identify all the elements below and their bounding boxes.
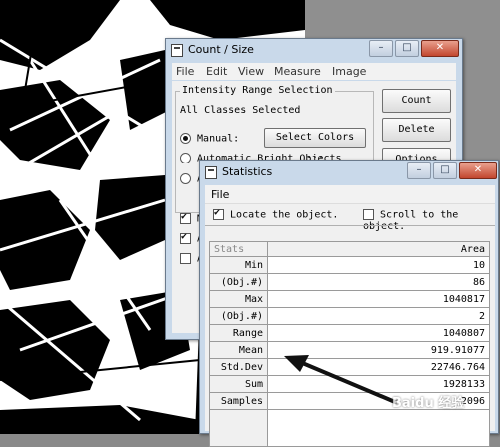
- row-label: Sum: [209, 375, 268, 393]
- row-label: (Obj.#): [209, 307, 268, 325]
- count-button[interactable]: Count: [382, 89, 451, 113]
- menu-measure[interactable]: Measure: [274, 65, 321, 78]
- table-row[interactable]: (Obj.#) 2: [209, 307, 490, 325]
- statistics-title: Statistics: [222, 165, 273, 178]
- checkbox-icon: [363, 209, 374, 220]
- watermark-logo: Baidu 经验: [392, 396, 465, 411]
- column-header-area: Area: [267, 241, 490, 257]
- row-label-empty: [209, 409, 268, 447]
- classes-selected-text: All Classes Selected: [180, 105, 301, 116]
- row-label: Max: [209, 290, 268, 308]
- row-value: 1040817: [267, 290, 490, 308]
- row-label: Min: [209, 256, 268, 274]
- table-empty-row: [209, 409, 490, 447]
- intensity-range-group-title: Intensity Range Selection: [180, 85, 335, 96]
- checkbox-icon: [180, 231, 191, 244]
- scroll-checkbox[interactable]: Scroll to the object.: [363, 209, 495, 232]
- column-header-stats: Stats: [209, 241, 268, 257]
- count-size-title: Count / Size: [188, 43, 254, 56]
- select-colors-button[interactable]: Select Colors ...: [264, 128, 366, 161]
- radio-icon: [180, 153, 191, 163]
- menu-file[interactable]: File: [176, 65, 194, 78]
- table-header-row: Stats Area: [209, 241, 490, 257]
- maximize-icon[interactable]: □: [395, 40, 419, 57]
- row-label: Samples: [209, 392, 268, 410]
- manual-radio[interactable]: Manual:: [180, 133, 239, 145]
- table-row[interactable]: Std.Dev 22746.764: [209, 358, 490, 376]
- close-icon[interactable]: ✕: [459, 162, 497, 179]
- checkbox-icon: [213, 207, 224, 220]
- count-size-menubar: File Edit View Measure Image: [172, 63, 456, 80]
- table-row[interactable]: (Obj.#) 86: [209, 273, 490, 291]
- statistics-titlebar[interactable]: Statistics – □ ✕: [200, 161, 498, 183]
- manual-label: Manual:: [197, 133, 240, 145]
- row-value: 2: [267, 307, 490, 325]
- statistics-table: Stats Area Min 10 (Obj.#) 86 Max 1040817…: [209, 241, 490, 447]
- minimize-icon[interactable]: –: [369, 40, 393, 57]
- table-top-border: [205, 225, 495, 226]
- table-row[interactable]: Range 1040807: [209, 324, 490, 342]
- row-value: 1040807: [267, 324, 490, 342]
- checkbox-icon: [180, 253, 191, 264]
- minimize-icon[interactable]: –: [407, 162, 431, 179]
- delete-button[interactable]: Delete: [382, 118, 451, 142]
- row-value: 1928133: [267, 375, 490, 393]
- menu-view[interactable]: View: [238, 65, 264, 78]
- checkbox-icon: [180, 211, 191, 224]
- count-size-titlebar[interactable]: Count / Size – □ ✕: [166, 39, 462, 61]
- app-window-icon: [171, 44, 183, 57]
- maximize-icon[interactable]: □: [433, 162, 457, 179]
- row-label: Range: [209, 324, 268, 342]
- app-window-icon: [205, 166, 217, 179]
- table-row[interactable]: Min 10: [209, 256, 490, 274]
- row-value: 22746.764: [267, 358, 490, 376]
- locate-checkbox[interactable]: Locate the object.: [213, 207, 339, 221]
- row-label: Std.Dev: [209, 358, 268, 376]
- scroll-label: Scroll to the object.: [363, 209, 459, 232]
- table-row[interactable]: Sum 1928133: [209, 375, 490, 393]
- row-value: 919.91077: [267, 341, 490, 359]
- row-label: (Obj.#): [209, 273, 268, 291]
- menu-file[interactable]: File: [211, 188, 229, 201]
- close-icon[interactable]: ✕: [421, 40, 459, 57]
- radio-icon: [180, 173, 191, 184]
- statistics-menubar: File: [205, 185, 495, 204]
- locate-label: Locate the object.: [230, 209, 339, 221]
- table-row[interactable]: Mean 919.91077: [209, 341, 490, 359]
- radio-icon: [180, 133, 191, 144]
- row-value-empty: [267, 409, 490, 447]
- row-value: 10: [267, 256, 490, 274]
- menu-image[interactable]: Image: [332, 65, 366, 78]
- row-value: 86: [267, 273, 490, 291]
- menu-edit[interactable]: Edit: [206, 65, 227, 78]
- table-row[interactable]: Max 1040817: [209, 290, 490, 308]
- row-label: Mean: [209, 341, 268, 359]
